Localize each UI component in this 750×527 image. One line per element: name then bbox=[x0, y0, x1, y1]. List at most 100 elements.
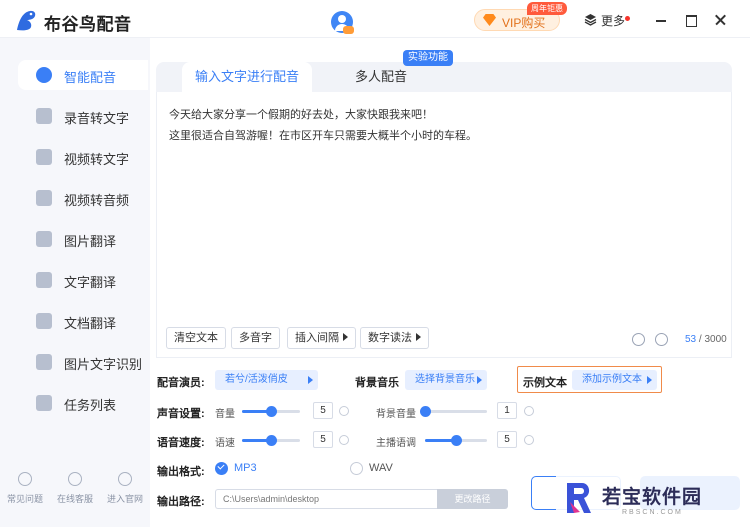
speed-settings-label: 语音速度: bbox=[157, 437, 205, 449]
bird-logo-icon bbox=[17, 10, 36, 31]
example-label: 示例文本 bbox=[523, 377, 567, 389]
volume-slider[interactable] bbox=[242, 406, 300, 417]
minimize-icon[interactable] bbox=[654, 13, 668, 27]
sidebar-item[interactable]: 图片文字识别 bbox=[18, 347, 148, 377]
bg-volume-label: 背景音量 bbox=[376, 409, 416, 420]
tab-multi-dubbing[interactable]: 多人配音 bbox=[316, 62, 446, 92]
sound-settings-label: 声音设置: bbox=[157, 408, 205, 420]
ocr-icon bbox=[36, 354, 52, 370]
close-icon[interactable] bbox=[713, 13, 727, 27]
sidebar-item[interactable]: 视频转文字 bbox=[18, 142, 148, 172]
mp3-radio[interactable] bbox=[215, 462, 228, 475]
insert-pause-label: 插入间隔 bbox=[295, 332, 339, 344]
tab-text-dubbing[interactable]: 输入文字进行配音 bbox=[182, 62, 312, 92]
sidebar-item[interactable]: 文档翻译 bbox=[18, 306, 148, 336]
redo-icon[interactable] bbox=[655, 333, 668, 346]
change-path-button[interactable]: 更改路径 bbox=[437, 489, 508, 509]
pitch-slider[interactable] bbox=[425, 435, 487, 446]
bg-volume-slider[interactable] bbox=[420, 406, 487, 417]
insert-pause-button[interactable]: 插入间隔 bbox=[287, 327, 356, 349]
notification-dot bbox=[625, 16, 630, 21]
clear-text-button[interactable]: 清空文本 bbox=[166, 327, 226, 349]
sidebar-item-label: 图片文字识别 bbox=[64, 357, 143, 372]
maximize-icon[interactable] bbox=[684, 13, 698, 27]
editor-line[interactable]: 这里很适合自驾游喔！在市区开车只需要大概半个小时的车程。 bbox=[169, 127, 477, 143]
sidebar-item[interactable]: 图片翻译 bbox=[18, 224, 148, 254]
video-to-text-icon bbox=[36, 149, 52, 165]
help-icon bbox=[18, 472, 32, 486]
chat-icon bbox=[68, 472, 82, 486]
bg-volume-slider-thumb[interactable] bbox=[420, 406, 431, 417]
sidebar-item-label: 文字翻译 bbox=[64, 275, 117, 290]
play-triangle-icon bbox=[343, 333, 348, 341]
sidebar-item-label: 文档翻译 bbox=[64, 316, 117, 331]
polyphone-button[interactable]: 多音字 bbox=[231, 327, 280, 349]
reset-icon[interactable] bbox=[524, 435, 534, 445]
anniversary-tag: 周年钜惠 bbox=[527, 2, 567, 15]
bgm-label: 背景音乐 bbox=[355, 377, 399, 389]
volume-value[interactable]: 5 bbox=[313, 402, 333, 419]
bg-volume-value[interactable]: 1 bbox=[497, 402, 517, 419]
path-label: 输出路径: bbox=[157, 496, 205, 508]
experiment-badge: 实验功能 bbox=[403, 50, 453, 66]
website-label: 进入官网 bbox=[106, 494, 143, 504]
format-label: 输出格式: bbox=[157, 466, 205, 478]
volume-slider-thumb[interactable] bbox=[266, 406, 277, 417]
title-bar: 布谷鸟配音 VIP购买 周年钜惠 更多 bbox=[0, 0, 750, 38]
reset-icon[interactable] bbox=[339, 406, 349, 416]
layers-icon bbox=[584, 14, 597, 26]
record-to-text-icon bbox=[36, 108, 52, 124]
voice-select[interactable]: 若兮/活泼俏皮 bbox=[215, 370, 318, 390]
sidebar-item-label: 图片翻译 bbox=[64, 234, 117, 249]
more-label: 更多 bbox=[601, 14, 626, 28]
play-triangle-icon bbox=[416, 333, 421, 341]
website-icon bbox=[118, 472, 132, 486]
diamond-icon bbox=[483, 14, 496, 26]
wav-label[interactable]: WAV bbox=[369, 462, 393, 474]
volume-label: 音量 bbox=[215, 409, 235, 420]
watermark: 若宝软件园 RBSCN.COM bbox=[556, 475, 746, 525]
online-service-link[interactable]: 在线客服 bbox=[50, 472, 100, 505]
sidebar-item-label: 录音转文字 bbox=[64, 111, 130, 126]
example-select[interactable]: 添加示例文本 bbox=[572, 370, 657, 390]
watermark-sub: RBSCN.COM bbox=[622, 509, 683, 516]
document-translate-icon bbox=[36, 313, 52, 329]
sidebar-item-label: 任务列表 bbox=[64, 398, 117, 413]
output-path-field[interactable]: C:\Users\admin\desktop bbox=[215, 489, 437, 509]
video-to-audio-icon bbox=[36, 190, 52, 206]
text-editor[interactable]: 今天给大家分享一个假期的好去处，大家快跟我来吧！ 这里很适合自驾游喔！在市区开车… bbox=[156, 92, 732, 358]
watermark-text: 若宝软件园 bbox=[602, 487, 703, 508]
mp3-label[interactable]: MP3 bbox=[234, 462, 257, 474]
sidebar-item-label: 视频转文字 bbox=[64, 152, 130, 167]
image-translate-icon bbox=[36, 231, 52, 247]
sidebar-item[interactable]: 录音转文字 bbox=[18, 101, 148, 131]
task-list-icon bbox=[36, 395, 52, 411]
help-link[interactable]: 常见问题 bbox=[0, 472, 50, 505]
voice-label: 配音演员: bbox=[157, 377, 205, 389]
sidebar-item[interactable]: 文字翻译 bbox=[18, 265, 148, 295]
rate-value[interactable]: 5 bbox=[313, 431, 333, 448]
undo-icon[interactable] bbox=[632, 333, 645, 346]
online-service-label: 在线客服 bbox=[56, 494, 93, 504]
rate-slider-thumb[interactable] bbox=[266, 435, 277, 446]
bgm-select[interactable]: 选择背景音乐 bbox=[405, 370, 487, 390]
reset-icon[interactable] bbox=[339, 435, 349, 445]
avatar-badge bbox=[343, 26, 354, 34]
sidebar-item[interactable]: 视频转音频 bbox=[18, 183, 148, 213]
rate-slider[interactable] bbox=[242, 435, 300, 446]
sidebar-item[interactable]: 智能配音 bbox=[18, 60, 148, 90]
sidebar-item[interactable]: 任务列表 bbox=[18, 388, 148, 418]
wav-radio[interactable] bbox=[350, 462, 363, 475]
vip-label: VIP购买 bbox=[502, 16, 546, 30]
char-counter: 53 / 3000 bbox=[685, 334, 727, 345]
sidebar-item-label: 视频转音频 bbox=[64, 193, 130, 208]
rate-label: 语速 bbox=[215, 438, 235, 449]
website-link[interactable]: 进入官网 bbox=[100, 472, 150, 505]
tab-strip: 输入文字进行配音 多人配音 bbox=[156, 62, 736, 92]
number-reading-button[interactable]: 数字读法 bbox=[360, 327, 429, 349]
char-count-current: 53 bbox=[685, 334, 697, 345]
pitch-value[interactable]: 5 bbox=[497, 431, 517, 448]
reset-icon[interactable] bbox=[524, 406, 534, 416]
pitch-slider-thumb[interactable] bbox=[451, 435, 462, 446]
editor-line[interactable]: 今天给大家分享一个假期的好去处，大家快跟我来吧！ bbox=[169, 106, 433, 122]
